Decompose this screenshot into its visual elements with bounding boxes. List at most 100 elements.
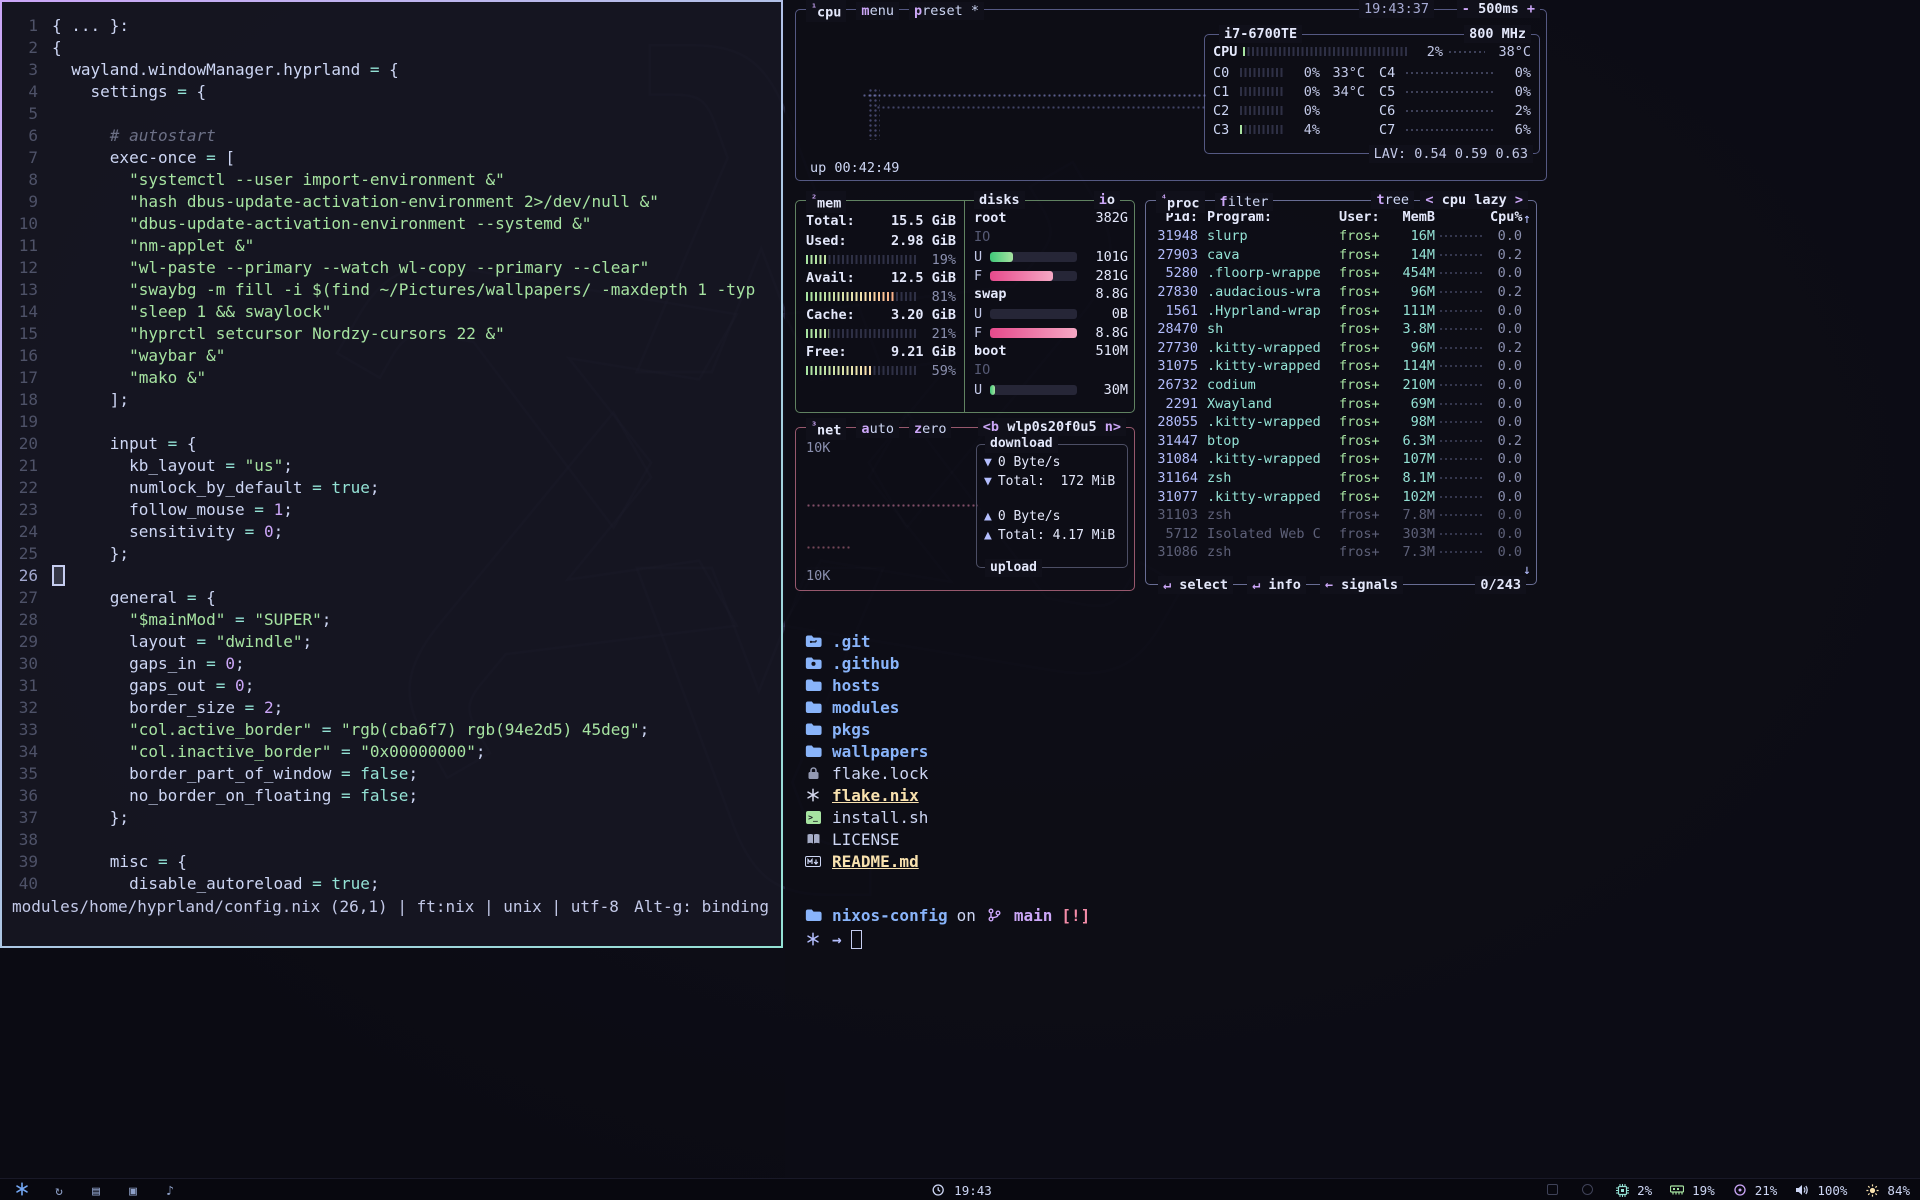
process-name: Isolated Web C — [1198, 526, 1339, 542]
terminal[interactable]: .git.githubhostsmodulespkgswallpapersfla… — [785, 600, 1920, 1178]
code-line-text — [52, 565, 65, 587]
disk-usage-bar — [990, 309, 1077, 319]
process-row[interactable]: 5280.floorp-wrappefros+454M0.0 — [1152, 264, 1522, 283]
process-row[interactable]: 27830.audacious-wrafros+96M0.2 — [1152, 283, 1522, 302]
tray-2-icon — [1577, 1184, 1597, 1195]
tree-button[interactable]: tree — [1371, 191, 1414, 209]
file-list-item: hosts — [803, 674, 1920, 696]
code-line: 4 settings = { — [2, 81, 781, 103]
mem-stat-label: Avail: — [806, 268, 855, 288]
net-zero-button[interactable]: zero — [909, 420, 952, 438]
bar-music[interactable]: ♪ — [160, 1183, 180, 1198]
bar-module-volume[interactable]: 100% — [1792, 1183, 1847, 1198]
bar-nix-logo[interactable] — [12, 1182, 32, 1199]
sort-selector[interactable]: < cpu lazy > — [1420, 191, 1528, 209]
process-row[interactable]: 1561.Hyprland-wrapfros+111M0.0 — [1152, 301, 1522, 320]
code-line: 10 "dbus-update-activation-environment -… — [2, 213, 781, 235]
process-row[interactable]: 27730.kitty-wrappedfros+96M0.2 — [1152, 339, 1522, 358]
music-icon: ♪ — [160, 1185, 180, 1198]
line-number: 11 — [2, 235, 38, 257]
statusline-file-info: modules/home/hyprland/config.nix (26,1) … — [12, 895, 619, 919]
process-name: sh — [1198, 321, 1339, 337]
line-number: 4 — [2, 81, 38, 103]
process-row[interactable]: 2291Xwaylandfros+69M0.0 — [1152, 394, 1522, 413]
bar-module-brightness[interactable]: 84% — [1862, 1183, 1910, 1198]
process-name: btop — [1198, 433, 1339, 449]
process-row[interactable]: 31075.kitty-wrappedfros+114M0.0 — [1152, 357, 1522, 376]
core-name: C5 — [1379, 84, 1401, 100]
line-number: 34 — [2, 741, 38, 763]
line-number: 1 — [2, 15, 38, 37]
scroll-up-icon[interactable]: ↑ — [1523, 211, 1531, 227]
bar-module-disk[interactable]: 21% — [1730, 1183, 1778, 1198]
process-row[interactable]: 31164zshfros+8.1M0.0 — [1152, 469, 1522, 488]
code-line: 8 "systemctl --user import-environment &… — [2, 169, 781, 191]
cpu-core-row: C50% — [1379, 82, 1531, 101]
net-interface-switcher[interactable]: <b wlp0s20f0u5 n> — [978, 418, 1126, 436]
btop-monitor: ¹cpu menu preset * 19:43:37 - 500ms + i7… — [785, 0, 1920, 600]
line-number: 22 — [2, 477, 38, 499]
code-line-text: "hyprctl setcursor Nordzy-cursors 22 &" — [52, 323, 505, 345]
editor-window[interactable]: 1{ ... }:2{3 wayland.windowManager.hyprl… — [0, 0, 783, 948]
line-number: 12 — [2, 257, 38, 279]
code-line-text: border_size = 2; — [52, 697, 283, 719]
line-number: 36 — [2, 785, 38, 807]
core-name: C7 — [1379, 122, 1401, 138]
update-interval-control[interactable]: - 500ms + — [1457, 0, 1540, 18]
preset-button[interactable]: preset * — [909, 2, 984, 20]
screen-icon: ▣ — [123, 1185, 143, 1198]
line-number: 17 — [2, 367, 38, 389]
net-auto-button[interactable]: auto — [856, 420, 899, 438]
tray-icon[interactable] — [1577, 1183, 1597, 1198]
shell-icon: >_ — [803, 811, 823, 824]
bar-module-cpu[interactable]: 2% — [1612, 1183, 1652, 1198]
code-line: 23 follow_mouse = 1; — [2, 499, 781, 521]
process-row[interactable]: 28470shfros+3.8M0.0 — [1152, 320, 1522, 339]
process-name: .kitty-wrapped — [1198, 414, 1339, 430]
process-memory: 3.8M — [1391, 321, 1435, 337]
nix-logo-icon — [12, 1182, 32, 1196]
mem-stat-row: Free:9.21 GiB — [806, 342, 956, 362]
mem-meter-row: 21% — [806, 325, 956, 342]
bar-refresh[interactable]: ↻ — [49, 1183, 69, 1198]
process-row[interactable]: 5712Isolated Web Cfros+303M0.0 — [1152, 525, 1522, 544]
code-line: 14 "sleep 1 && swaylock" — [2, 301, 781, 323]
bar-notes[interactable]: ▤ — [86, 1183, 106, 1198]
clock-module[interactable]: 19:43 — [928, 1183, 992, 1198]
process-row[interactable]: 26732codiumfros+210M0.0 — [1152, 376, 1522, 395]
disk-size: 382G — [1095, 209, 1128, 228]
signals-button[interactable]: ← signals — [1320, 576, 1403, 594]
process-row[interactable]: 27903cavafros+14M0.2 — [1152, 246, 1522, 265]
code-line-text: "dbus-update-activation-environment --sy… — [52, 213, 591, 235]
bar-screen[interactable]: ▣ — [123, 1183, 143, 1198]
shell-input-line[interactable]: → — [803, 928, 1920, 950]
process-row[interactable]: 31086zshfros+7.3M0.0 — [1152, 543, 1522, 562]
filter-button[interactable]: filter — [1215, 193, 1274, 211]
memory-icon — [1667, 1185, 1687, 1196]
process-row[interactable]: 31103zshfros+7.8M0.0 — [1152, 506, 1522, 525]
menu-button[interactable]: menu — [856, 2, 899, 20]
bar-module-memory[interactable]: 19% — [1667, 1183, 1715, 1198]
disk-usage-label: F — [974, 268, 985, 284]
process-row[interactable]: 31077.kitty-wrappedfros+102M0.0 — [1152, 487, 1522, 506]
process-cpu: 0.0 — [1490, 396, 1522, 412]
process-memory: 7.8M — [1391, 507, 1435, 523]
tray-icon[interactable] — [1542, 1183, 1562, 1198]
code-line: 5 — [2, 103, 781, 125]
disk-usage-value: 281G — [1082, 268, 1128, 284]
process-pid: 31086 — [1152, 544, 1198, 560]
desktop: λλλλλλ 1{ ... }:2{3 wayland.windowManage… — [0, 0, 1920, 1200]
process-memory: 7.3M — [1391, 544, 1435, 560]
core-meter — [1240, 68, 1285, 77]
disk-stats: root382GIOU101GF281Gswap8.8GU0BF8.8Gboot… — [964, 201, 1136, 412]
process-row[interactable]: 31084.kitty-wrappedfros+107M0.0 — [1152, 450, 1522, 469]
line-number: 24 — [2, 521, 38, 543]
info-button[interactable]: ↵ info — [1247, 576, 1306, 594]
select-button[interactable]: ↵ select — [1158, 576, 1233, 594]
process-row[interactable]: 28055.kitty-wrappedfros+98M0.0 — [1152, 413, 1522, 432]
nix-shell-icon — [803, 932, 823, 946]
line-number: 15 — [2, 323, 38, 345]
process-row[interactable]: 31447btopfros+6.3M0.2 — [1152, 432, 1522, 451]
process-row[interactable]: 31948slurpfros+16M0.0 — [1152, 227, 1522, 246]
code-line-text: numlock_by_default = true; — [52, 477, 380, 499]
